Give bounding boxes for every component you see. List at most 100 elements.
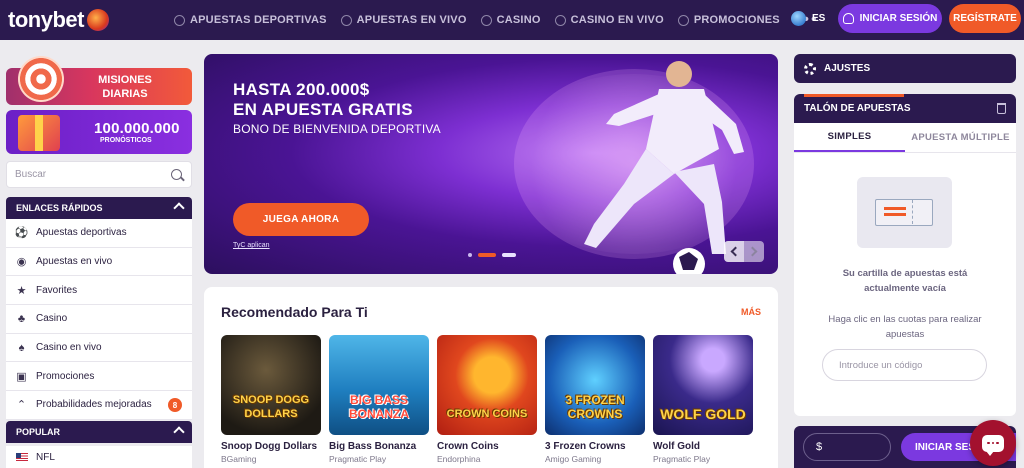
tab-simples[interactable]: SIMPLES: [794, 123, 905, 152]
nav-apuestas-deportivas[interactable]: APUESTAS DEPORTIVAS: [174, 14, 327, 26]
search-icon[interactable]: [171, 169, 182, 180]
language-code: ES: [812, 13, 826, 24]
logo-text: tonybet: [8, 7, 84, 32]
gift-icon: [677, 14, 689, 26]
quick-links-header[interactable]: ENLACES RÁPIDOS: [6, 197, 192, 219]
sidebar-item-nfl[interactable]: NFL: [6, 446, 192, 468]
play-now-button[interactable]: JUEGA AHORA: [233, 203, 369, 236]
promo-code-input[interactable]: Introduce un código: [822, 349, 987, 381]
game-name: Snoop Dogg Dollars: [221, 441, 318, 452]
empty-slip-hint: Haga clic en las cuotas para realizar ap…: [828, 314, 982, 340]
nav-promociones[interactable]: PROMOCIONES: [677, 14, 780, 26]
bet-slip-title: TALÓN DE APUESTAS: [804, 103, 911, 114]
main-nav: APUESTAS DEPORTIVAS APUESTAS EN VIVO CAS…: [174, 0, 819, 40]
hero-subtitle: BONO DE BIENVENIDA DEPORTIVA: [233, 122, 441, 136]
chevron-right-icon: [747, 246, 758, 257]
daily-missions-promo[interactable]: MISIONES DIARIAS: [6, 56, 192, 105]
gift-icon: ▣: [16, 370, 27, 383]
game-name: Crown Coins: [437, 441, 499, 452]
gear-icon: [804, 62, 816, 75]
nav-label: CASINO EN VIVO: [570, 14, 664, 26]
game-thumbnail-title: CROWN COINS: [446, 408, 528, 420]
hero-headline-line1: HASTA 200.000$: [233, 80, 370, 99]
quick-links-list: ⚽ Apuestas deportivas ◉ Apuestas en vivo…: [6, 219, 192, 420]
empty-slip-illustration: [857, 177, 952, 248]
sidebar-item-apuestas-en-vivo[interactable]: ◉ Apuestas en vivo: [6, 248, 192, 277]
star-icon: ★: [16, 284, 27, 297]
cherries-icon: ♣: [17, 312, 26, 325]
carousel-dot[interactable]: [468, 253, 472, 257]
tonybet-logo[interactable]: tonybet: [8, 6, 109, 34]
sidebar-item-label: NFL: [36, 451, 55, 463]
count-badge: 8: [168, 398, 182, 413]
hero-banner[interactable]: HASTA 200.000$ EN APUESTA GRATIS BONO DE…: [204, 54, 778, 274]
more-link[interactable]: MÁS: [741, 307, 761, 317]
game-thumbnail-title: WOLF GOLD: [660, 406, 746, 422]
sidebar-item-favorites[interactable]: ★ Favorites: [6, 276, 192, 306]
carousel-dot-active[interactable]: [478, 253, 496, 257]
sidebar-item-probabilidades-mejoradas[interactable]: ⌃ Probabilidades mejoradas 8: [6, 391, 192, 420]
predictions-promo[interactable]: 100.000.000 PRONÓSTICOS: [6, 110, 192, 154]
sidebar-item-label: Apuestas deportivas: [36, 227, 127, 239]
game-thumbnail[interactable]: CROWN COINS: [437, 335, 537, 435]
nav-label: CASINO: [496, 14, 541, 26]
carousel-next-button[interactable]: [744, 241, 764, 262]
settings-button[interactable]: AJUSTES: [794, 54, 1016, 83]
sidebar-item-promociones[interactable]: ▣ Promociones: [6, 362, 192, 392]
carousel-prev-button[interactable]: [724, 241, 744, 262]
game-thumbnail[interactable]: SNOOP DOGG DOLLARS: [221, 335, 321, 435]
game-provider: BGaming: [221, 454, 257, 464]
sidebar-item-label: Probabilidades mejoradas: [36, 399, 152, 411]
game-thumbnail-title: BIG BASS BONANZA: [349, 393, 409, 421]
search-input[interactable]: Buscar: [6, 161, 192, 188]
register-button[interactable]: REGÍSTRATE: [949, 4, 1021, 33]
game-thumbnail[interactable]: WOLF GOLD: [653, 335, 753, 435]
soccer-ball-icon: [174, 14, 185, 26]
game-thumbnail[interactable]: 3 FROZEN CROWNS: [545, 335, 645, 435]
game-card[interactable]: WOLF GOLD Wolf Gold Pragmatic Play: [653, 335, 753, 464]
boost-chevrons-icon: ⌃: [16, 399, 27, 412]
tab-apuesta-multiple[interactable]: APUESTA MÚLTIPLE: [905, 123, 1016, 152]
nav-apuestas-en-vivo[interactable]: APUESTAS EN VIVO: [340, 14, 467, 26]
game-provider: Pragmatic Play: [653, 454, 711, 464]
chevron-up-icon: [173, 426, 185, 438]
game-thumbnail[interactable]: BIG BASS BONANZA: [329, 335, 429, 435]
popular-header[interactable]: POPULAR: [6, 421, 192, 443]
predictions-amount: 100.000.000: [94, 120, 180, 137]
currency-symbol: $: [816, 441, 823, 453]
game-card[interactable]: CROWN COINS Crown Coins Endorphina: [437, 335, 537, 464]
ticket-icon: [875, 199, 933, 226]
nav-label: APUESTAS DEPORTIVAS: [190, 14, 327, 26]
language-selector[interactable]: ES: [791, 11, 825, 26]
game-thumbnail-title: 3 FROZEN CROWNS: [565, 393, 625, 421]
sidebar-item-apuestas-deportivas[interactable]: ⚽ Apuestas deportivas: [6, 219, 192, 248]
game-card[interactable]: 3 FROZEN CROWNS 3 Frozen Crowns Amigo Ga…: [545, 335, 645, 464]
game-provider: Amigo Gaming: [545, 454, 602, 464]
popular-title: POPULAR: [16, 427, 61, 437]
bet-slip-header: TALÓN DE APUESTAS: [794, 94, 1016, 123]
trash-icon[interactable]: [997, 103, 1006, 114]
carousel-dot[interactable]: [502, 253, 516, 257]
game-provider: Pragmatic Play: [329, 454, 387, 464]
stake-input[interactable]: $: [803, 433, 891, 461]
predictions-label: PRONÓSTICOS: [100, 137, 152, 144]
sidebar-item-casino[interactable]: ♣ Casino: [6, 305, 192, 334]
live-flame-icon: [340, 14, 352, 26]
sidebar-item-label: Apuestas en vivo: [36, 256, 113, 268]
login-button[interactable]: INICIAR SESIÓN: [838, 4, 942, 33]
gift-box-icon: [18, 115, 60, 151]
live-chat-button[interactable]: [970, 420, 1016, 466]
header-accent: [804, 94, 904, 97]
casino-chip-icon: [480, 14, 492, 26]
search-placeholder: Buscar: [15, 169, 47, 180]
game-card[interactable]: SNOOP DOGG DOLLARS Snoop Dogg Dollars BG…: [221, 335, 321, 464]
chevron-up-icon: [173, 202, 185, 214]
nav-casino-en-vivo[interactable]: CASINO EN VIVO: [554, 14, 664, 26]
nav-casino[interactable]: CASINO: [480, 14, 541, 26]
carousel-arrows: [724, 241, 764, 262]
terms-link[interactable]: TyC aplican: [233, 242, 270, 249]
sidebar-item-casino-en-vivo[interactable]: ♠ Casino en vivo: [6, 334, 192, 363]
game-card[interactable]: BIG BASS BONANZA Big Bass Bonanza Pragma…: [329, 335, 429, 464]
game-name: 3 Frozen Crowns: [545, 441, 626, 452]
logo-mark-icon: [86, 9, 109, 31]
